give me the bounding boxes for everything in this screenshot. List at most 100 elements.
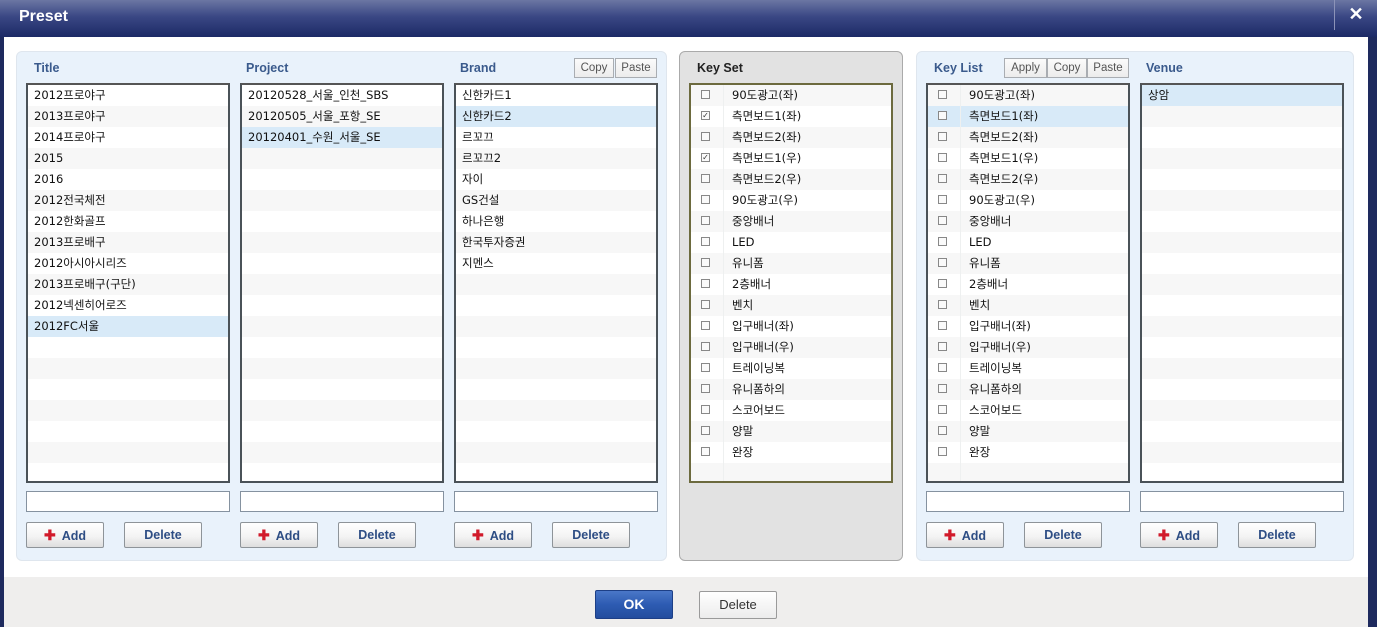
title-input[interactable] xyxy=(26,491,230,512)
checkbox[interactable] xyxy=(938,216,947,225)
list-item[interactable]: 유니폼 xyxy=(691,253,891,274)
key-list-paste-button[interactable]: Paste xyxy=(1087,58,1129,78)
venue-input[interactable] xyxy=(1140,491,1344,512)
list-item[interactable]: 입구배너(우) xyxy=(691,337,891,358)
key-list-add-button[interactable]: ✚ Add xyxy=(926,522,1004,548)
list-item[interactable]: 2012전국체전 xyxy=(28,190,228,211)
list-item[interactable]: 측면보드2(좌) xyxy=(928,127,1128,148)
list-item[interactable]: 2012아시아시리즈 xyxy=(28,253,228,274)
list-item[interactable]: 90도광고(좌) xyxy=(928,85,1128,106)
list-item[interactable]: 2012한화골프 xyxy=(28,211,228,232)
checkbox[interactable] xyxy=(938,111,947,120)
checkbox[interactable] xyxy=(938,342,947,351)
list-item[interactable]: 상암 xyxy=(1142,85,1342,106)
checkbox-checked[interactable]: ✓ xyxy=(701,153,710,162)
list-item[interactable]: 유니폼하의 xyxy=(691,379,891,400)
checkbox[interactable] xyxy=(701,258,710,267)
list-item[interactable]: 하나은행 xyxy=(456,211,656,232)
checkbox[interactable] xyxy=(701,342,710,351)
list-item[interactable]: 2012FC서울 xyxy=(28,316,228,337)
list-item[interactable]: 스코어보드 xyxy=(928,400,1128,421)
checkbox[interactable] xyxy=(938,321,947,330)
brand-add-button[interactable]: ✚ Add xyxy=(454,522,532,548)
checkbox[interactable] xyxy=(701,237,710,246)
list-item[interactable]: 2013프로야구 xyxy=(28,106,228,127)
list-item[interactable]: 한국투자증권 xyxy=(456,232,656,253)
checkbox[interactable] xyxy=(938,279,947,288)
checkbox[interactable] xyxy=(701,195,710,204)
title-add-button[interactable]: ✚ Add xyxy=(26,522,104,548)
brand-input[interactable] xyxy=(454,491,658,512)
title-bar[interactable]: Preset ✕ xyxy=(0,0,1377,37)
list-item[interactable]: 트레이닝복 xyxy=(691,358,891,379)
project-list[interactable]: 20120528_서울_인천_SBS 20120505_서울_포항_SE 20120… xyxy=(240,83,444,483)
list-item[interactable]: 자이 xyxy=(456,169,656,190)
project-delete-button[interactable]: Delete xyxy=(338,522,416,548)
checkbox[interactable] xyxy=(938,258,947,267)
checkbox[interactable] xyxy=(701,363,710,372)
list-item[interactable]: ✓ 측면보드1(좌) xyxy=(691,106,891,127)
checkbox[interactable] xyxy=(701,216,710,225)
list-item[interactable]: ✓ 측면보드1(우) xyxy=(691,148,891,169)
list-item[interactable]: 벤치 xyxy=(691,295,891,316)
checkbox[interactable] xyxy=(701,384,710,393)
key-list-copy-button[interactable]: Copy xyxy=(1047,58,1087,78)
list-item[interactable]: 중앙배너 xyxy=(928,211,1128,232)
checkbox[interactable] xyxy=(938,90,947,99)
project-add-button[interactable]: ✚ Add xyxy=(240,522,318,548)
footer-delete-button[interactable]: Delete xyxy=(699,591,777,619)
brand-list[interactable]: 신한카드1 신한카드2 르꼬끄 르꼬끄2 자이 GS건설 하나은행 한국투자증권 지멘스 xyxy=(454,83,658,483)
checkbox[interactable] xyxy=(701,426,710,435)
list-item[interactable]: 양말 xyxy=(928,421,1128,442)
list-item[interactable]: 측면보드1(좌) xyxy=(928,106,1128,127)
list-item[interactable]: 2층배너 xyxy=(928,274,1128,295)
list-item[interactable]: 완장 xyxy=(928,442,1128,463)
ok-button[interactable]: OK xyxy=(595,590,673,619)
list-item[interactable]: GS건설 xyxy=(456,190,656,211)
list-item[interactable]: 20120505_서울_포항_SE xyxy=(242,106,442,127)
list-item[interactable]: 2016 xyxy=(28,169,228,190)
checkbox[interactable] xyxy=(938,363,947,372)
list-item[interactable]: 지멘스 xyxy=(456,253,656,274)
list-item[interactable]: 트레이닝복 xyxy=(928,358,1128,379)
list-item[interactable]: 2013프로배구 xyxy=(28,232,228,253)
checkbox[interactable] xyxy=(938,300,947,309)
list-item[interactable]: 측면보드2(우) xyxy=(691,169,891,190)
checkbox[interactable] xyxy=(938,195,947,204)
key-list-input[interactable] xyxy=(926,491,1130,512)
list-item[interactable]: 측면보드2(좌) xyxy=(691,127,891,148)
checkbox[interactable] xyxy=(938,153,947,162)
list-item[interactable]: 20120528_서울_인천_SBS xyxy=(242,85,442,106)
title-delete-button[interactable]: Delete xyxy=(124,522,202,548)
key-list-list[interactable]: 90도광고(좌) 측면보드1(좌) 측면보드2(좌) 측면보드1(우) 측면보드2(우)… xyxy=(926,83,1130,483)
list-item[interactable]: 벤치 xyxy=(928,295,1128,316)
list-item[interactable]: 입구배너(좌) xyxy=(928,316,1128,337)
list-item[interactable]: 20120401_수원_서울_SE xyxy=(242,127,442,148)
key-list-delete-button[interactable]: Delete xyxy=(1024,522,1102,548)
list-item[interactable]: 유니폼 xyxy=(928,253,1128,274)
brand-copy-button[interactable]: Copy xyxy=(574,58,614,78)
key-set-list[interactable]: 90도광고(좌) ✓ 측면보드1(좌) 측면보드2(좌) ✓ 측면보드1(우) 측면보드2(… xyxy=(689,83,893,483)
checkbox[interactable] xyxy=(701,132,710,141)
checkbox[interactable] xyxy=(701,447,710,456)
venue-add-button[interactable]: ✚ Add xyxy=(1140,522,1218,548)
brand-paste-button[interactable]: Paste xyxy=(615,58,657,78)
checkbox[interactable] xyxy=(938,426,947,435)
list-item[interactable]: 90도광고(좌) xyxy=(691,85,891,106)
list-item[interactable]: 2012넥센히어로즈 xyxy=(28,295,228,316)
project-input[interactable] xyxy=(240,491,444,512)
checkbox[interactable] xyxy=(701,174,710,183)
checkbox[interactable] xyxy=(701,300,710,309)
checkbox[interactable] xyxy=(938,405,947,414)
checkbox[interactable] xyxy=(701,90,710,99)
list-item[interactable]: 2층배너 xyxy=(691,274,891,295)
checkbox[interactable] xyxy=(938,174,947,183)
checkbox-checked[interactable]: ✓ xyxy=(701,111,710,120)
list-item[interactable]: 90도광고(우) xyxy=(691,190,891,211)
list-item[interactable]: 르꼬끄 xyxy=(456,127,656,148)
list-item[interactable]: 르꼬끄2 xyxy=(456,148,656,169)
title-list[interactable]: 2012프로야구 2013프로야구 2014프로야구 2015 2016 2012전국체전… xyxy=(26,83,230,483)
checkbox[interactable] xyxy=(701,405,710,414)
checkbox[interactable] xyxy=(938,384,947,393)
checkbox[interactable] xyxy=(938,447,947,456)
